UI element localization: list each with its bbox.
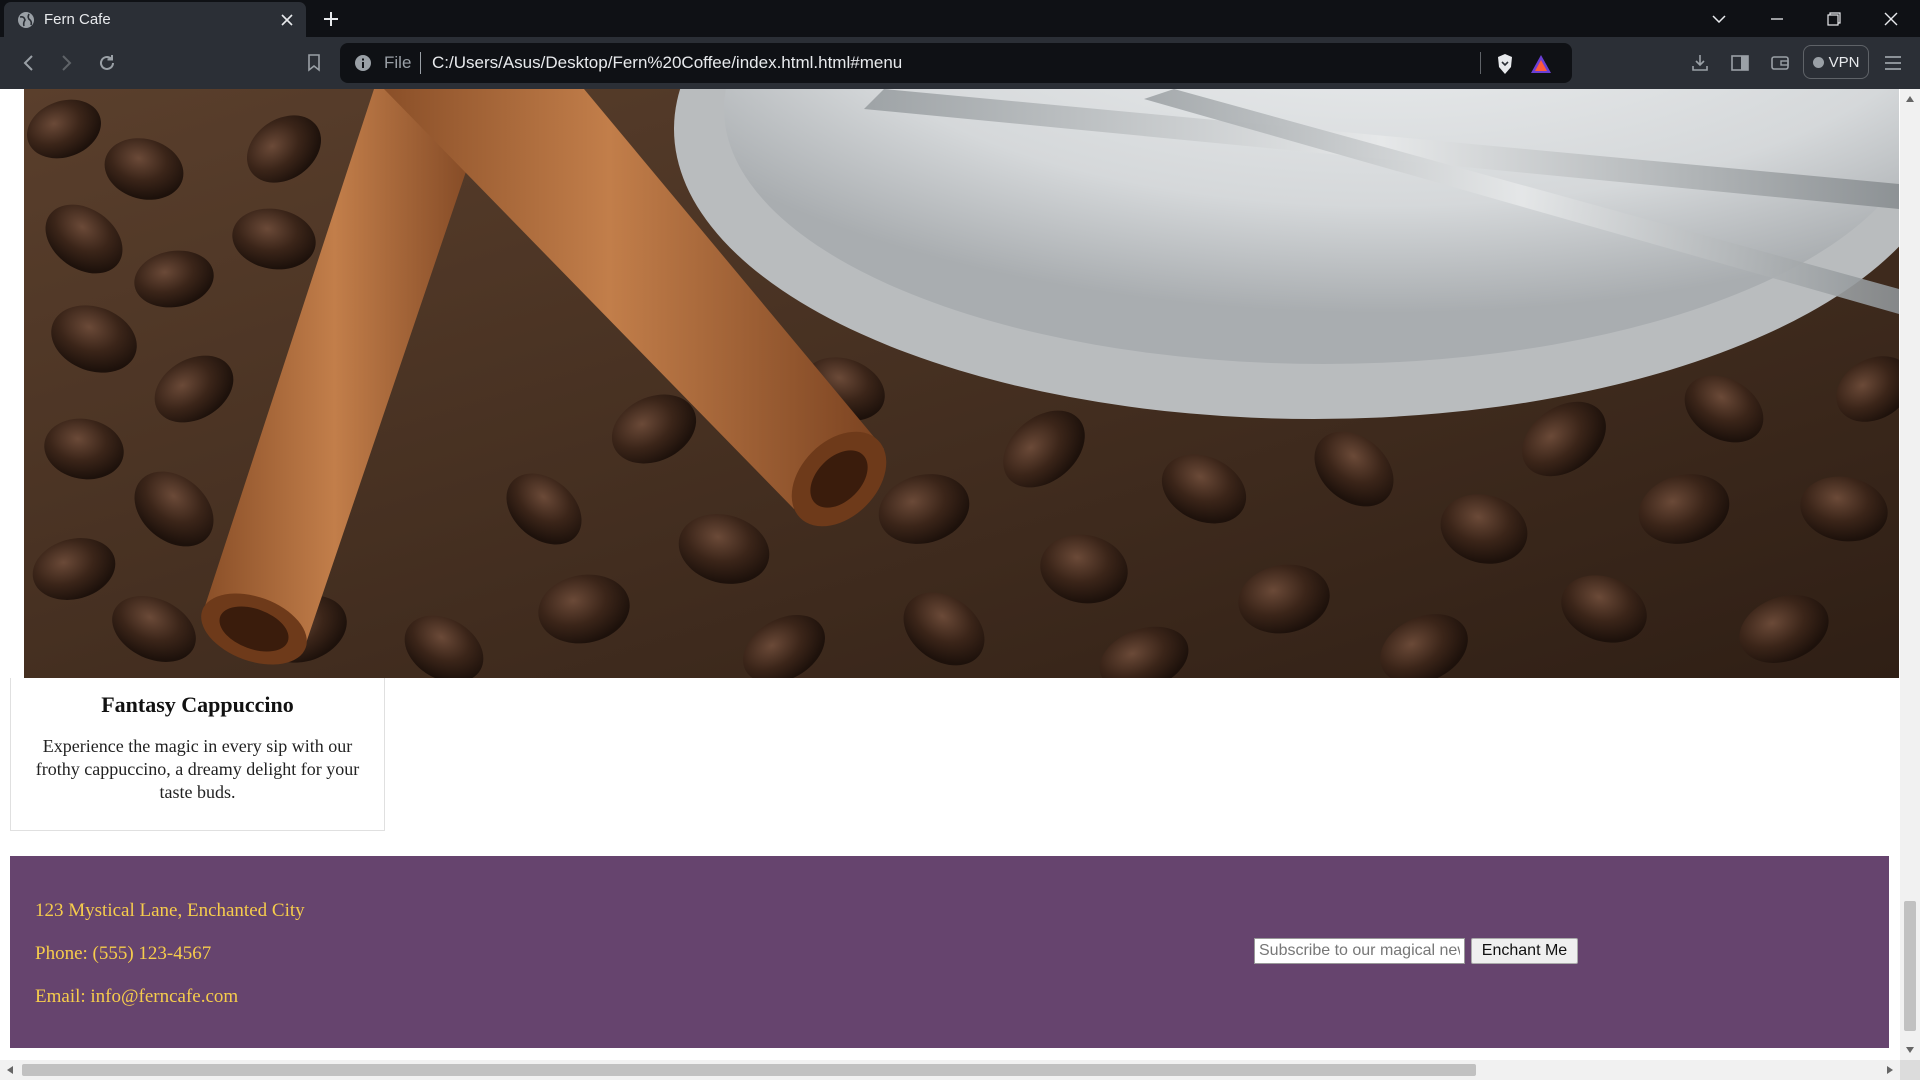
menu-item-image xyxy=(24,89,1899,678)
address-scheme: File xyxy=(384,53,412,72)
footer-email: Email: info@ferncafe.com xyxy=(35,986,239,1007)
vpn-button[interactable]: VPN xyxy=(1803,45,1869,79)
reload-icon[interactable] xyxy=(92,48,122,78)
back-icon[interactable] xyxy=(13,48,43,78)
minimize-icon[interactable] xyxy=(1748,0,1806,37)
bookmark-icon[interactable] xyxy=(299,48,329,78)
brave-rewards-icon[interactable] xyxy=(1529,52,1553,76)
tab-title: Fern Cafe xyxy=(44,11,111,28)
address-url[interactable]: C:/Users/Asus/Desktop/Fern%20Coffee/inde… xyxy=(432,53,902,73)
tab-search-chevron-icon[interactable] xyxy=(1690,0,1748,37)
vertical-scroll-thumb[interactable] xyxy=(1904,901,1916,1031)
new-tab-icon[interactable] xyxy=(316,4,346,34)
horizontal-scrollbar[interactable] xyxy=(0,1060,1900,1080)
restore-icon[interactable] xyxy=(1805,0,1863,37)
active-tab[interactable]: Fern Cafe xyxy=(4,2,306,37)
vertical-scrollbar[interactable] xyxy=(1900,89,1920,1060)
menu-item-title: Fantasy Cappuccino xyxy=(101,692,294,717)
page-viewport: Fantasy Cappuccino Experience the magic … xyxy=(0,89,1900,1060)
address-divider-right xyxy=(1480,52,1481,74)
close-tab-icon[interactable] xyxy=(272,5,302,35)
menu-icon[interactable] xyxy=(1878,48,1908,78)
close-window-icon[interactable] xyxy=(1862,0,1920,37)
horizontal-scroll-thumb[interactable] xyxy=(22,1064,1476,1076)
scroll-up-icon[interactable] xyxy=(1902,91,1918,107)
scrollbar-corner xyxy=(1900,1060,1920,1080)
menu-item-description: Experience the magic in every sip with o… xyxy=(35,736,360,802)
wallet-icon[interactable] xyxy=(1765,48,1795,78)
footer-address: 123 Mystical Lane, Enchanted City xyxy=(35,900,305,921)
sidebar-icon[interactable] xyxy=(1725,48,1755,78)
forward-icon[interactable] xyxy=(52,48,82,78)
info-icon[interactable] xyxy=(354,54,372,72)
scroll-left-icon[interactable] xyxy=(2,1062,18,1078)
scroll-right-icon[interactable] xyxy=(1882,1062,1898,1078)
brave-shields-icon[interactable] xyxy=(1493,52,1517,76)
scroll-down-icon[interactable] xyxy=(1902,1042,1918,1058)
address-bar[interactable]: File C:/Users/Asus/Desktop/Fern%20Coffee… xyxy=(340,43,1572,83)
vpn-label: VPN xyxy=(1828,53,1860,71)
browser-toolbar: File C:/Users/Asus/Desktop/Fern%20Coffee… xyxy=(0,37,1920,89)
address-divider xyxy=(420,52,421,74)
tab-bar: Fern Cafe xyxy=(0,0,1920,37)
vpn-status-icon xyxy=(1812,56,1824,68)
download-icon[interactable] xyxy=(1685,48,1715,78)
site-footer: 123 Mystical Lane, Enchanted City Phone:… xyxy=(10,856,1889,1048)
footer-phone: Phone: (555) 123-4567 xyxy=(35,943,212,964)
globe-icon xyxy=(18,11,34,28)
menu-item-card: Fantasy Cappuccino Experience the magic … xyxy=(10,678,385,831)
subscribe-button[interactable]: Enchant Me xyxy=(1471,938,1578,964)
newsletter-email-input[interactable] xyxy=(1254,938,1465,964)
